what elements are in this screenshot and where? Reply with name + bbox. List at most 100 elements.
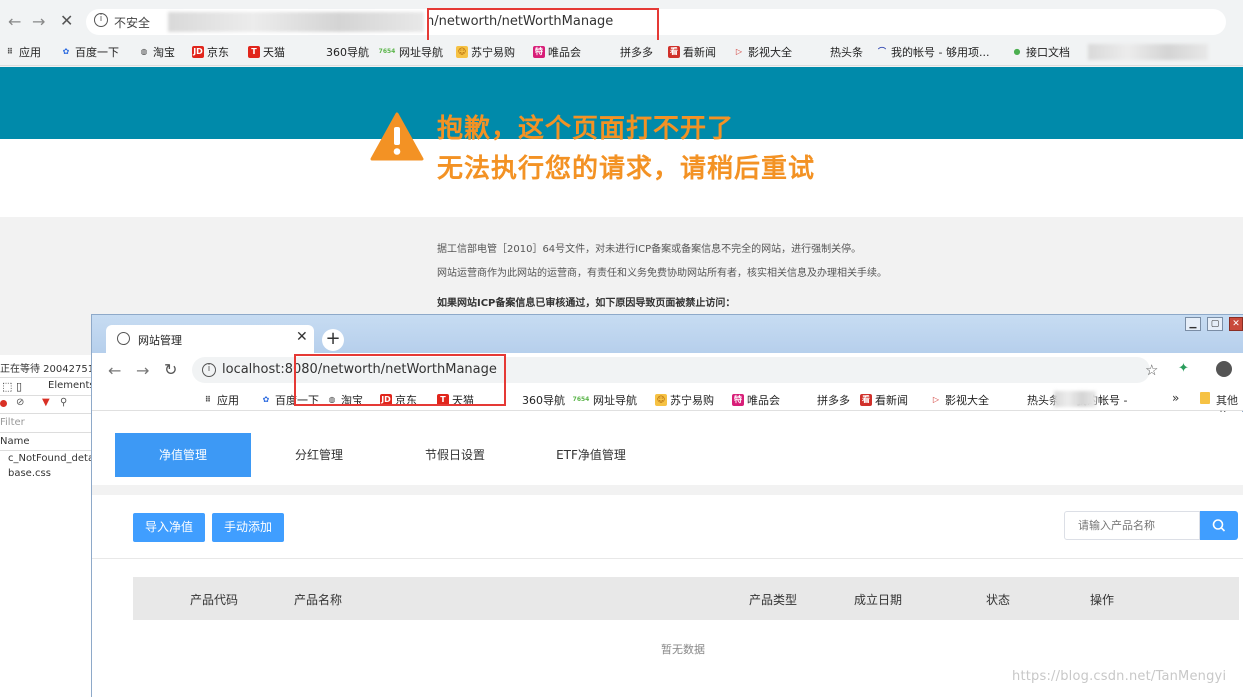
info-icon[interactable]: i [202,363,216,377]
devtools-filter[interactable]: Filter [0,417,25,428]
bookmark-item[interactable]: ⠿ 应用 [4,44,41,60]
import-networth-button[interactable]: 导入净值 [133,513,206,542]
new-tab-icon[interactable]: + [322,329,344,351]
tab-close-icon[interactable]: ✕ [296,329,308,345]
bookmark-label: 百度一下 [75,46,119,59]
bookmark-item[interactable]: ▷ 影视大全 [930,392,989,408]
apps-grid-icon: ⠿ [204,395,212,404]
bookmark-item[interactable]: ⌒ 我的帐号 - 够用项... [876,44,989,60]
table-header: 产品代码 产品名称 产品类型 成立日期 状态 操作 [133,577,1239,620]
bookmark-label: 苏宁易购 [471,46,515,59]
back-arrow-icon[interactable]: ← [8,12,21,31]
search-icon [1212,519,1226,532]
globe-icon: ◍ [140,47,148,56]
play-icon: ▷ [735,47,743,56]
bookmark-label: 看新闻 [875,394,908,407]
blurred-domain [168,12,424,32]
stop-loading-icon[interactable]: ✕ [60,11,73,30]
front-browser-window: 网站管理 ✕ + ▁ ▢ ✕ ← → ↻ i localhost:8080/ne… [91,314,1243,697]
extension-icon[interactable]: ✦ [1178,361,1189,376]
bookmark-item[interactable]: ● 接口文档 [1011,44,1071,60]
bookmark-item[interactable]: T 天猫 [248,44,285,60]
url-highlight-box [294,354,506,406]
7654-icon: 7654 [378,48,396,55]
bookmark-item[interactable]: 拼多多 [620,44,653,60]
col-product-code: 产品代码 [190,593,239,607]
menu-etf-networth[interactable]: ETF净值管理 [523,433,659,477]
bookmark-item[interactable]: JD 京东 [192,44,229,60]
devtools-file-row[interactable]: base.css [8,468,51,479]
bookmark-item[interactable]: 360导航 [326,44,369,60]
bookmark-item[interactable]: 特唯品会 [533,44,581,60]
inspect-icon[interactable]: ⬚ [2,380,12,393]
device-icon[interactable]: ▯ [16,380,22,393]
bookmark-item[interactable]: 看看新闻 [668,44,716,60]
bookmark-item[interactable]: 热头条 [830,44,863,60]
vip-icon: 特 [533,46,545,58]
minimize-icon[interactable]: ▁ [1185,317,1201,331]
search-button[interactable] [1200,511,1238,540]
manual-add-button[interactable]: 手动添加 [212,513,285,542]
jd-icon: JD [192,46,204,58]
clear-icon[interactable]: ⊘ [16,397,24,408]
vip-icon: 特 [732,394,744,406]
tab-globe-icon [117,332,130,345]
maximize-icon[interactable]: ▢ [1207,317,1223,331]
arc-icon: ⌒ [878,47,886,56]
baidu-paw-icon: ✿ [262,395,270,404]
bookmark-item[interactable]: 看看新闻 [860,392,908,408]
col-setup-date: 成立日期 [854,593,903,607]
error-subtitle: 无法执行您的请求，请稍后重试 [437,154,816,184]
bookmark-item[interactable]: 特唯品会 [732,392,780,408]
menu-dividend[interactable]: 分红管理 [251,433,387,477]
bookmark-item[interactable]: 7654 网址导航 [378,44,443,60]
forward-arrow-icon[interactable]: → [32,12,45,31]
bookmark-item[interactable]: ✿ 百度一下 [60,44,119,60]
bookmark-label: 天猫 [263,46,285,59]
bookmark-item[interactable]: 7654 网址导航 [572,392,637,408]
news-icon: 看 [860,394,872,406]
menu-holiday[interactable]: 节假日设置 [387,433,523,477]
bookmark-item[interactable]: 拼多多 [817,392,850,408]
bookmark-label: 看新闻 [683,46,716,59]
back-arrow-icon[interactable]: ← [108,361,121,380]
icp-notice-3: 如果网站ICP备案信息已审核通过，如下原因导致页面被禁止访问： [437,298,736,309]
bookmark-item[interactable]: ☺ 苏宁易购 [456,44,515,60]
devtools-file-row[interactable]: c_NotFound_deta [8,453,94,464]
warning-icon [370,112,424,161]
tab-title: 网站管理 [138,334,182,347]
browser-tab[interactable]: 网站管理 ✕ [106,325,314,353]
baidu-paw-icon: ✿ [62,47,70,56]
devtools-status: 正在等待 20042751 [0,364,95,375]
col-product-type: 产品类型 [749,593,798,607]
bookmark-item[interactable]: 360导航 [522,392,565,408]
product-search-input[interactable] [1064,511,1200,540]
folder-icon [1200,392,1210,404]
bookmark-item[interactable]: ⠿ 应用 [202,392,239,408]
record-icon[interactable] [0,400,7,407]
bookmark-item[interactable]: ◍ 淘宝 [138,44,176,60]
info-icon[interactable]: i [94,13,108,27]
col-product-name: 产品名称 [294,593,343,607]
bookmark-label: 京东 [207,46,229,59]
filter-icon[interactable]: ▼ [42,397,50,408]
bookmark-label: 360导航 [326,46,369,59]
search-icon[interactable]: ⚲ [60,397,67,408]
7654-icon: 7654 [572,396,590,403]
bookmark-item[interactable]: ☺ 苏宁易购 [655,392,714,408]
bookmark-item[interactable]: ▷ 影视大全 [733,44,792,60]
news-icon: 看 [668,46,680,58]
more-bookmarks-icon[interactable]: » [1172,391,1179,405]
reload-icon[interactable]: ↻ [164,360,177,379]
profile-avatar-icon[interactable] [1216,361,1232,377]
forward-arrow-icon[interactable]: → [136,361,149,380]
tmall-icon: T [248,46,260,58]
menu-networth[interactable]: 净值管理 [115,433,251,477]
screenshot-root: ← → ✕ i 不安全 n/networth/netWorthManage ⠿ 应… [0,0,1243,697]
star-icon[interactable]: ☆ [1145,361,1158,379]
devtools-col-name: Name [0,436,30,447]
devtools-tab-elements[interactable]: Elements [48,380,95,391]
bookmark-label: 接口文档 [1026,46,1070,59]
suning-icon: ☺ [456,46,468,58]
close-window-icon[interactable]: ✕ [1229,317,1243,331]
